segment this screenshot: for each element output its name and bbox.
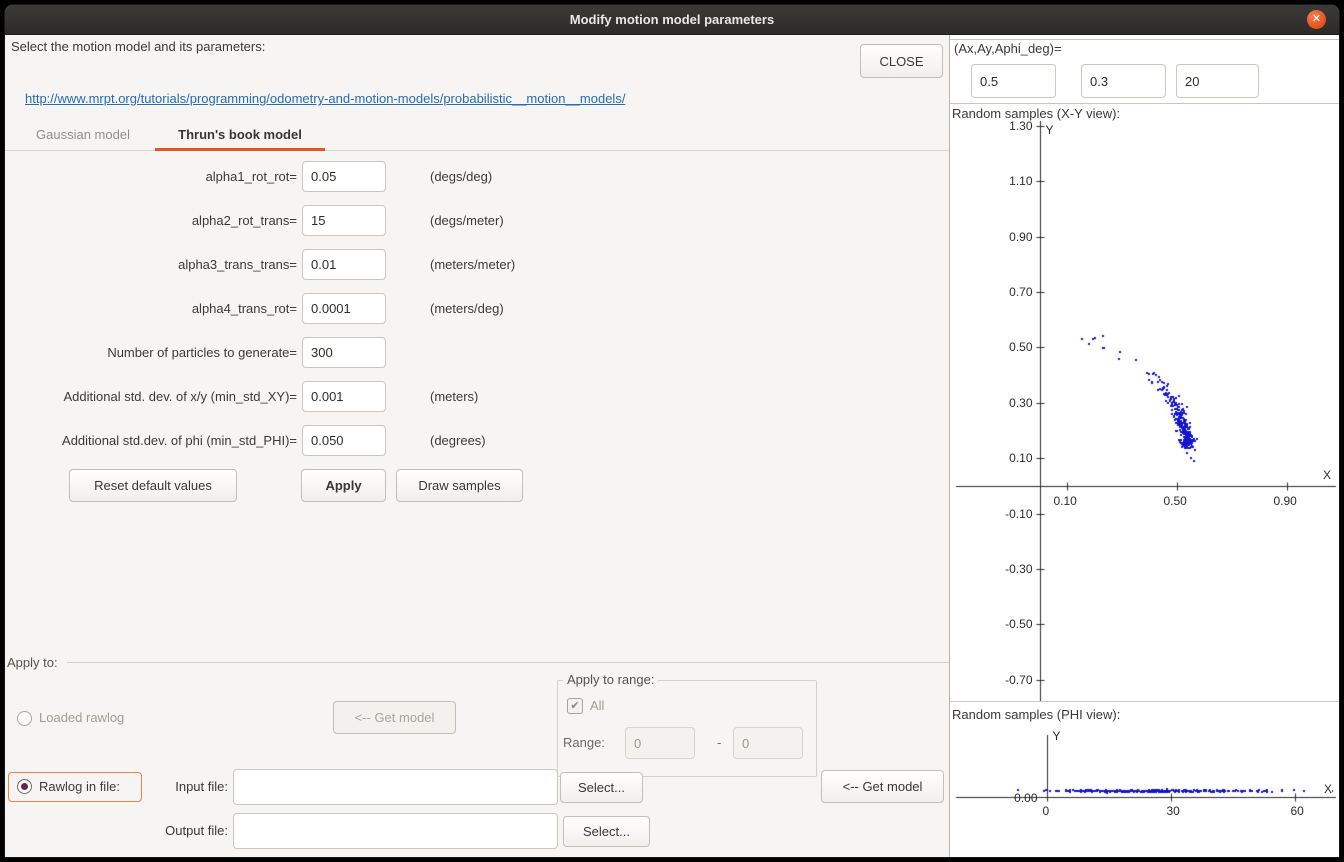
- phi-y-tick-label: 0.00: [1014, 791, 1037, 805]
- pose-box-top-divider: [950, 39, 1339, 40]
- dialog-content: Select the motion model and its paramete…: [5, 35, 1339, 857]
- close-icon[interactable]: ✕: [1307, 10, 1326, 29]
- dialog-window: Modify motion model parameters ✕ Select …: [5, 5, 1339, 857]
- min-std-phi-label: Additional std.dev. of phi (min_std_PHI)…: [5, 425, 297, 456]
- xy-plot-canvas[interactable]: [950, 121, 1339, 701]
- get-model-top-button: <-- Get model: [333, 701, 456, 734]
- input-file-input[interactable]: [233, 769, 558, 805]
- tutorial-link[interactable]: http://www.mrpt.org/tutorials/programmin…: [25, 91, 625, 106]
- right-panel: (Ax,Ay,Aphi_deg)= Random samples (X-Y vi…: [949, 35, 1339, 857]
- get-model-bottom-button[interactable]: <-- Get model: [821, 770, 944, 803]
- reset-defaults-button[interactable]: Reset default values: [69, 469, 237, 502]
- alpha1-unit: (degs/deg): [430, 161, 492, 192]
- min-std-phi-unit: (degrees): [430, 425, 486, 456]
- all-checkbox: ✔: [567, 698, 583, 714]
- select-input-file-button[interactable]: Select...: [560, 772, 643, 803]
- pose-box-bottom-divider: [950, 103, 1339, 104]
- particles-label: Number of particles to generate=: [5, 337, 297, 368]
- range-to-input: [733, 727, 803, 759]
- select-output-file-button[interactable]: Select...: [563, 816, 650, 847]
- range-label: Range:: [563, 727, 605, 759]
- tab-gaussian-model[interactable]: Gaussian model: [19, 120, 147, 151]
- min-std-xy-input[interactable]: [302, 381, 386, 412]
- alpha3-label: alpha3_trans_trans=: [5, 249, 297, 280]
- alpha4-unit: (meters/deg): [430, 293, 504, 324]
- phi-x-tick-label: 60: [1291, 804, 1304, 818]
- range-separator: -: [717, 727, 721, 759]
- y-tick-label: -0.50: [1005, 617, 1032, 631]
- input-file-label: Input file:: [105, 769, 228, 805]
- xy-plot-title: Random samples (X-Y view):: [952, 106, 1120, 121]
- min-std-xy-unit: (meters): [430, 381, 478, 412]
- apply-button[interactable]: Apply: [301, 469, 386, 502]
- alpha1-rot-rot-input[interactable]: [302, 161, 386, 192]
- left-panel: Select the motion model and its paramete…: [5, 35, 949, 857]
- y-tick-label: 0.70: [1009, 285, 1032, 299]
- min-std-phi-input[interactable]: [302, 425, 386, 456]
- titlebar[interactable]: Modify motion model parameters ✕: [5, 5, 1339, 35]
- alpha2-label: alpha2_rot_trans=: [5, 205, 297, 236]
- min-std-xy-label: Additional std. dev. of x/y (min_std_XY)…: [5, 381, 297, 412]
- alpha1-label: alpha1_rot_rot=: [5, 161, 297, 192]
- range-from-input: [625, 727, 695, 759]
- ay-input[interactable]: [1081, 64, 1166, 98]
- y-tick-label: -0.30: [1005, 562, 1032, 576]
- y-tick-label: 0.30: [1009, 396, 1032, 410]
- alpha4-trans-rot-input[interactable]: [302, 293, 386, 324]
- aphi-input[interactable]: [1176, 64, 1259, 98]
- y-tick-label: 1.10: [1009, 174, 1032, 188]
- y-tick-label: 0.50: [1009, 340, 1032, 354]
- particles-input[interactable]: [302, 337, 386, 368]
- phi-y-axis-label: Y: [1053, 729, 1061, 743]
- draw-samples-button[interactable]: Draw samples: [396, 469, 523, 502]
- close-dialog-button[interactable]: CLOSE: [860, 44, 943, 78]
- window-title: Modify motion model parameters: [5, 5, 1339, 34]
- alpha3-unit: (meters/meter): [430, 249, 515, 280]
- y-tick-label: 0.10: [1009, 451, 1032, 465]
- rawlog-in-file-radio[interactable]: [17, 779, 32, 794]
- check-icon: ✔: [570, 700, 579, 712]
- x-tick-label: 0.50: [1164, 494, 1187, 508]
- phi-plot[interactable]: 0 30 60 0.00 Y X: [950, 725, 1339, 857]
- page-title: Select the motion model and its paramete…: [11, 39, 265, 54]
- y-tick-label: -0.70: [1005, 673, 1032, 687]
- alpha2-rot-trans-input[interactable]: [302, 205, 386, 236]
- y-tick-label: -0.10: [1005, 507, 1032, 521]
- phi-x-tick-label: 0: [1043, 804, 1050, 818]
- output-file-input[interactable]: [233, 813, 558, 849]
- y-tick-label: 1.30: [1009, 121, 1032, 133]
- apply-to-range-legend: Apply to range:: [563, 672, 658, 687]
- pose-label: (Ax,Ay,Aphi_deg)=: [954, 41, 1062, 56]
- loaded-rawlog-radio: [17, 711, 32, 726]
- tab-thrun-book-model[interactable]: Thrun's book model: [155, 120, 325, 151]
- x-tick-label: 0.90: [1274, 494, 1297, 508]
- apply-to-divider: [67, 662, 949, 663]
- y-tick-label: 0.90: [1009, 230, 1032, 244]
- model-tabs: Gaussian model Thrun's book model: [5, 120, 949, 151]
- output-file-label: Output file:: [105, 813, 228, 849]
- x-axis-label: X: [1323, 468, 1331, 482]
- phi-x-axis-label: X: [1324, 782, 1332, 796]
- loaded-rawlog-label: Loaded rawlog: [39, 707, 124, 729]
- alpha2-unit: (degs/meter): [430, 205, 504, 236]
- apply-to-legend: Apply to:: [7, 655, 62, 670]
- xy-plot[interactable]: 1.30 1.10 0.90 0.70 0.50 0.30 0.10 -0.10 -0.30 -0…: [950, 121, 1339, 701]
- plot-divider: [950, 701, 1339, 702]
- alpha4-label: alpha4_trans_rot=: [5, 293, 297, 324]
- x-tick-label: 0.10: [1054, 494, 1077, 508]
- phi-plot-title: Random samples (PHI view):: [952, 707, 1120, 722]
- alpha3-trans-trans-input[interactable]: [302, 249, 386, 280]
- phi-plot-canvas[interactable]: [950, 725, 1339, 857]
- ax-input[interactable]: [971, 64, 1056, 98]
- phi-x-tick-label: 30: [1167, 804, 1180, 818]
- y-axis-label: Y: [1046, 123, 1054, 137]
- all-checkbox-label: All: [590, 696, 604, 716]
